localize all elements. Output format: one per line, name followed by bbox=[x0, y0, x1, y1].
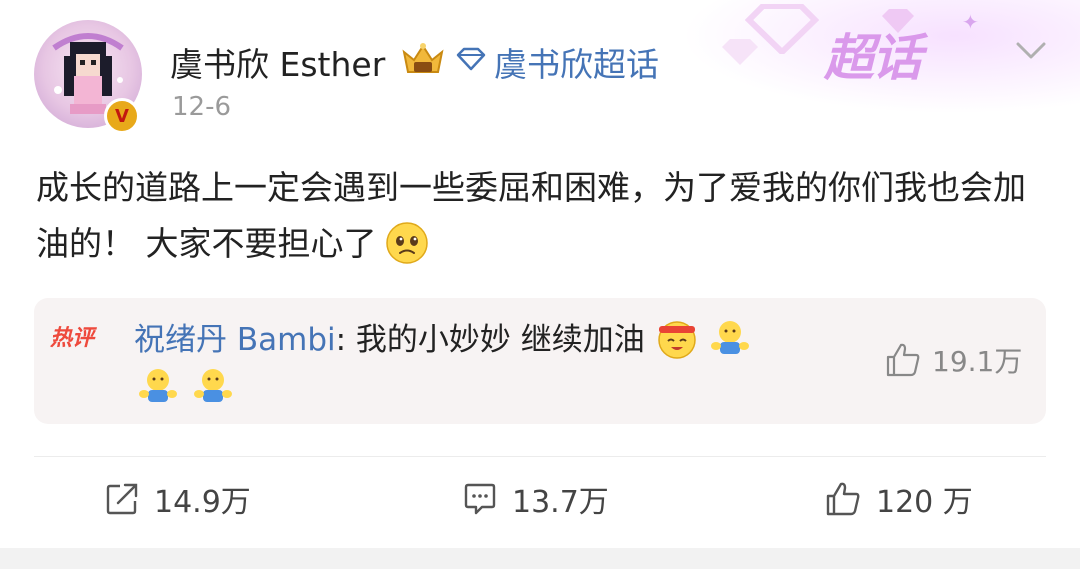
post-text: 成长的道路上一定会遇到一些委屈和困难，为了爱我的你们我也会加油的！ 大家不要担心… bbox=[36, 160, 1046, 272]
banner-diamond-icon bbox=[722, 39, 758, 65]
comment-button[interactable]: 13.7万 bbox=[462, 474, 609, 524]
hot-comment-like-count: 19.1万 bbox=[932, 345, 1023, 378]
cheer-emoji-icon bbox=[657, 321, 696, 359]
post-date: 12-6 bbox=[172, 92, 232, 122]
sparkle-icon: ✦ bbox=[962, 10, 979, 34]
thumbs-up-icon bbox=[826, 482, 860, 516]
hot-comment-emoji-row bbox=[136, 364, 235, 408]
like-button[interactable]: 120 万 bbox=[824, 474, 973, 524]
feed-separator bbox=[0, 548, 1080, 569]
username[interactable]: 虞书欣 Esther bbox=[170, 38, 385, 86]
comment-count: 13.7万 bbox=[512, 485, 609, 520]
diamond-icon bbox=[456, 47, 486, 71]
repost-count: 14.9万 bbox=[154, 485, 251, 520]
hot-comment-text: 祝绪丹 Bambi: 我的小妙妙 继续加油 bbox=[134, 314, 752, 360]
crown-icon bbox=[402, 43, 444, 73]
hot-comment[interactable]: 热评 祝绪丹 Bambi: 我的小妙妙 继续加油 19.1万 bbox=[34, 298, 1046, 424]
like-count: 120 万 bbox=[876, 485, 973, 520]
comment-icon bbox=[464, 483, 496, 515]
supertopic-banner-label: 超话 bbox=[824, 29, 922, 87]
verified-badge: V bbox=[104, 98, 140, 134]
hug-emoji-icon bbox=[139, 369, 177, 402]
weibo-post-card: 超话 ✦ V 虞书欣 Esther 虞书欣超话 12-6 成长的道路上一定会遇到… bbox=[0, 0, 1080, 548]
divider bbox=[34, 456, 1046, 457]
hot-comment-author[interactable]: 祝绪丹 Bambi bbox=[134, 322, 336, 358]
hot-comment-body: : 我的小妙妙 继续加油 bbox=[335, 322, 645, 358]
thumbs-up-icon bbox=[886, 343, 920, 377]
supertopic-link[interactable]: 虞书欣超话 bbox=[494, 38, 659, 86]
hug-emoji-icon bbox=[711, 321, 750, 354]
repost-button[interactable]: 14.9万 bbox=[104, 474, 251, 524]
hug-emoji-icon bbox=[194, 369, 233, 402]
post-text-content: 成长的道路上一定会遇到一些委屈和困难，为了爱我的你们我也会加油的！ 大家不要担心… bbox=[36, 168, 1026, 263]
chevron-down-icon[interactable] bbox=[1014, 38, 1048, 62]
hot-comment-badge: 热评 bbox=[50, 326, 95, 351]
repost-icon bbox=[106, 483, 138, 515]
hot-comment-like-button[interactable]: 19.1万 bbox=[884, 340, 1022, 380]
sad-emoji-icon bbox=[385, 222, 428, 264]
